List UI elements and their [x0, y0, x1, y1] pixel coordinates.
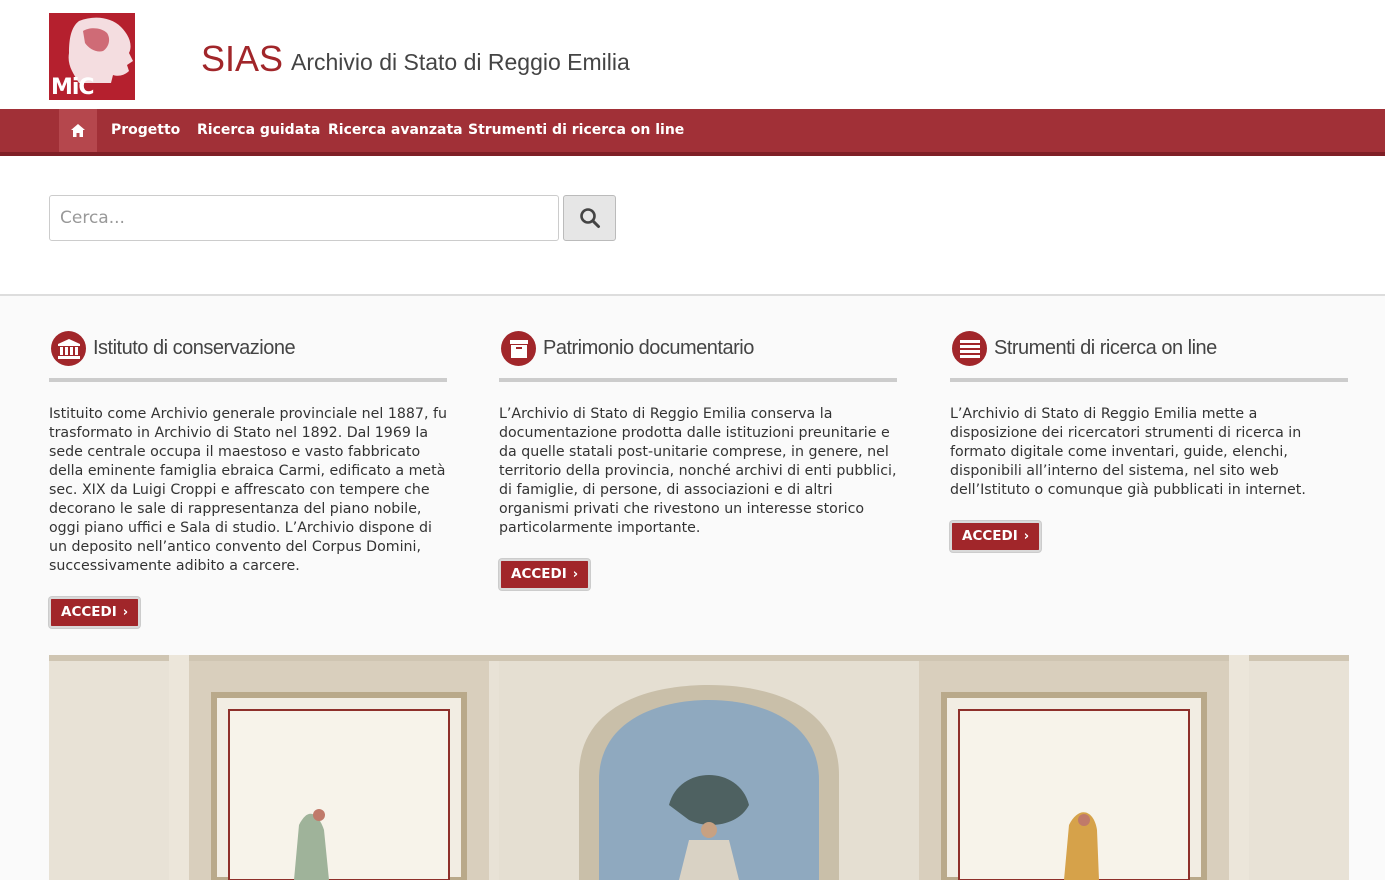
- search-input[interactable]: [49, 195, 559, 241]
- accedi-label: ACCEDI: [511, 566, 567, 582]
- column-text: L’Archivio di Stato di Reggio Emilia met…: [950, 406, 1306, 498]
- column-title: Patrimonio documentario: [543, 337, 754, 359]
- nav-item-progetto[interactable]: Progetto: [111, 109, 180, 152]
- nav-item-ricerca-avanzata[interactable]: Ricerca avanzata: [328, 109, 463, 152]
- column-text: Istituito come Archivio generale provinc…: [49, 406, 447, 574]
- list-icon: [952, 331, 987, 366]
- site-acronym[interactable]: SIAS: [201, 38, 283, 80]
- main-navbar: Progetto Ricerca guidata Ricerca avanzat…: [0, 109, 1385, 156]
- column-istituto: Istituto di conservazione Istituito come…: [49, 330, 447, 628]
- chevron-right-icon: ›: [122, 605, 129, 620]
- archive-box-icon: [501, 331, 536, 366]
- nav-item-strumenti[interactable]: Strumenti di ricerca on line: [468, 109, 684, 152]
- nav-item-ricerca-guidata[interactable]: Ricerca guidata: [197, 109, 320, 152]
- column-strumenti: Strumenti di ricerca on line L’Archivio …: [950, 330, 1348, 552]
- mic-logo[interactable]: MiC: [49, 13, 135, 100]
- accedi-button-istituto[interactable]: ACCEDI ›: [49, 597, 141, 628]
- home-icon: [71, 124, 85, 137]
- nav-home-button[interactable]: [59, 109, 97, 152]
- column-text: L’Archivio di Stato di Reggio Emilia con…: [499, 406, 897, 536]
- site-header: MiC SIAS Archivio di Stato di Reggio Emi…: [0, 0, 1385, 109]
- fresco-ceiling-image: [49, 655, 1349, 880]
- accedi-label: ACCEDI: [61, 604, 117, 620]
- accedi-button-patrimonio[interactable]: ACCEDI ›: [499, 559, 591, 590]
- chevron-right-icon: ›: [1023, 529, 1030, 544]
- chevron-right-icon: ›: [572, 567, 579, 582]
- site-name[interactable]: Archivio di Stato di Reggio Emilia: [291, 49, 630, 76]
- institution-icon: [51, 331, 86, 366]
- column-title: Strumenti di ricerca on line: [994, 337, 1217, 359]
- search-button[interactable]: [563, 195, 616, 241]
- column-header: Strumenti di ricerca on line: [950, 330, 1348, 382]
- logo-text: MiC: [51, 75, 95, 100]
- column-header: Istituto di conservazione: [49, 330, 447, 382]
- search-section: [0, 156, 1385, 296]
- column-header: Patrimonio documentario: [499, 330, 897, 382]
- accedi-button-strumenti[interactable]: ACCEDI ›: [950, 521, 1042, 552]
- search-icon: [579, 208, 600, 228]
- column-title: Istituto di conservazione: [93, 337, 296, 359]
- column-patrimonio: Patrimonio documentario L’Archivio di St…: [499, 330, 897, 590]
- accedi-label: ACCEDI: [962, 528, 1018, 544]
